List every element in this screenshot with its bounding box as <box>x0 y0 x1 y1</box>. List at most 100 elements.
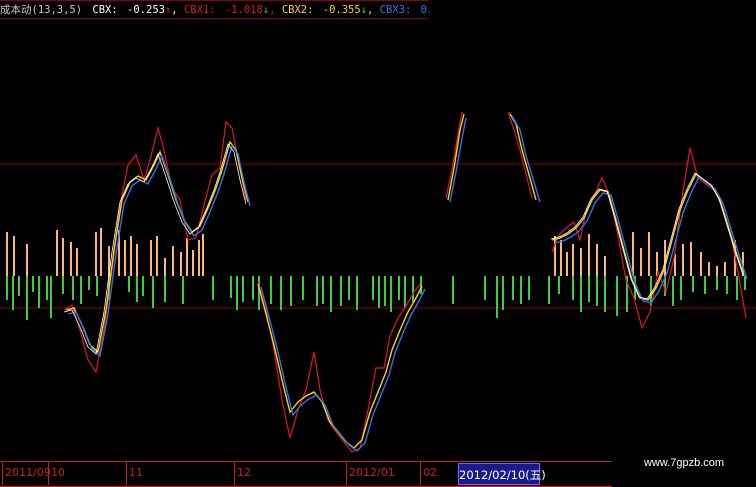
histogram-bar <box>496 276 498 318</box>
histogram-bar <box>100 228 102 276</box>
histogram-bar <box>736 276 738 300</box>
histogram-bar <box>588 276 590 302</box>
histogram-bar <box>604 256 606 276</box>
histogram-bar <box>172 246 174 276</box>
histogram-bar <box>18 276 20 296</box>
indicator-header: 成本动(13,3,5) CBX: -0.253↑, CBX1: -1.018↓,… <box>0 0 430 20</box>
histogram-bar <box>724 262 726 276</box>
histogram-bar <box>124 240 126 276</box>
histogram-bar <box>230 276 232 298</box>
cbx3-label: CBX3: <box>379 4 412 16</box>
histogram-bar <box>56 230 58 276</box>
histogram-bar <box>136 276 138 302</box>
histogram-bar <box>198 240 200 276</box>
histogram-bar <box>242 276 244 302</box>
histogram-bar <box>616 276 618 316</box>
histogram-bar <box>680 276 682 300</box>
indicator-line <box>509 113 537 201</box>
histogram-bar <box>708 262 710 276</box>
histogram-bar <box>512 276 514 300</box>
indicator-name: 成本动(13,3,5) <box>0 4 83 16</box>
histogram-bar <box>412 276 414 302</box>
cbx2-value: -0.355 <box>322 4 361 16</box>
cbx1-value: -1.018 <box>224 4 263 16</box>
histogram-bar <box>136 244 138 276</box>
histogram-bar <box>580 248 582 276</box>
histogram-bar <box>26 244 28 276</box>
histogram-bar <box>38 276 40 308</box>
histogram-bar <box>726 276 728 294</box>
watermark-text: www.7gpzb.com <box>612 448 756 487</box>
histogram-bar <box>378 276 380 308</box>
indicator-line <box>447 113 465 201</box>
histogram-bar <box>648 232 650 276</box>
separator: , <box>269 4 276 16</box>
cbx3-value: 0.046 <box>420 4 430 16</box>
histogram-bar <box>572 276 574 300</box>
histogram-bar <box>716 266 718 276</box>
histogram-bar <box>12 276 14 310</box>
histogram-bar <box>164 276 166 302</box>
histogram-bar <box>744 276 746 290</box>
histogram-bar <box>390 276 392 312</box>
histogram-bar <box>70 242 72 276</box>
histogram-bar <box>6 232 8 276</box>
histogram-bar <box>26 276 28 320</box>
histogram-bar <box>32 276 34 292</box>
axis-tick-12: 12 <box>237 466 251 479</box>
histogram-bar <box>6 276 8 300</box>
histogram-bars <box>6 228 746 320</box>
histogram-bar <box>330 276 332 312</box>
indicator-line <box>63 143 247 355</box>
histogram-bar <box>690 242 692 276</box>
histogram-bar <box>604 276 606 312</box>
indicator-chart[interactable] <box>0 0 756 461</box>
histogram-bar <box>548 276 550 304</box>
histogram-bar <box>80 276 82 304</box>
histogram-bar <box>164 258 166 276</box>
histogram-bar <box>356 276 358 310</box>
indicator-line <box>511 115 541 203</box>
date-axis[interactable]: 2011/09 10 11 12 2012/01 02 2012/02/10(五… <box>0 461 612 487</box>
histogram-bar <box>252 276 254 300</box>
histogram-bar <box>150 240 152 276</box>
histogram-bar <box>420 276 422 294</box>
histogram-bar <box>202 234 204 276</box>
histogram-bar <box>404 276 406 308</box>
histogram-bar <box>596 276 598 306</box>
histogram-bar <box>348 276 350 300</box>
separator: , <box>171 4 178 16</box>
histogram-bar <box>62 238 64 276</box>
cbx-value: -0.253 <box>127 4 165 16</box>
histogram-bar <box>672 276 674 306</box>
axis-tick-2012-01: 2012/01 <box>349 466 395 479</box>
histogram-bar <box>180 252 182 276</box>
histogram-bar <box>580 276 582 312</box>
histogram-bar <box>560 240 562 276</box>
axis-tick-2011-09: 2011/09 <box>5 466 51 479</box>
histogram-bar <box>700 252 702 276</box>
indicator-line <box>257 283 423 449</box>
histogram-bar <box>322 276 324 304</box>
histogram-bar <box>692 276 694 292</box>
histogram-bar <box>76 248 78 276</box>
cbx-label: CBX: <box>92 4 118 16</box>
histogram-bar <box>520 276 522 304</box>
histogram-bar <box>96 276 98 296</box>
histogram-bar <box>502 276 504 310</box>
cbx1-label: CBX1: <box>183 4 216 16</box>
selected-date-label: 2012/02/10(五) <box>458 463 546 485</box>
histogram-bar <box>484 276 486 300</box>
indicator-line <box>63 120 247 374</box>
histogram-bar <box>88 276 90 290</box>
axis-tick-11: 11 <box>129 466 143 479</box>
histogram-bar <box>72 276 74 300</box>
indicator-line <box>260 286 426 452</box>
axis-top-border <box>0 461 612 462</box>
histogram-bar <box>270 276 272 304</box>
histogram-bar <box>50 276 52 318</box>
histogram-bar <box>152 276 154 308</box>
histogram-bar <box>372 276 374 300</box>
histogram-bar <box>640 248 642 276</box>
histogram-bar <box>316 276 318 306</box>
